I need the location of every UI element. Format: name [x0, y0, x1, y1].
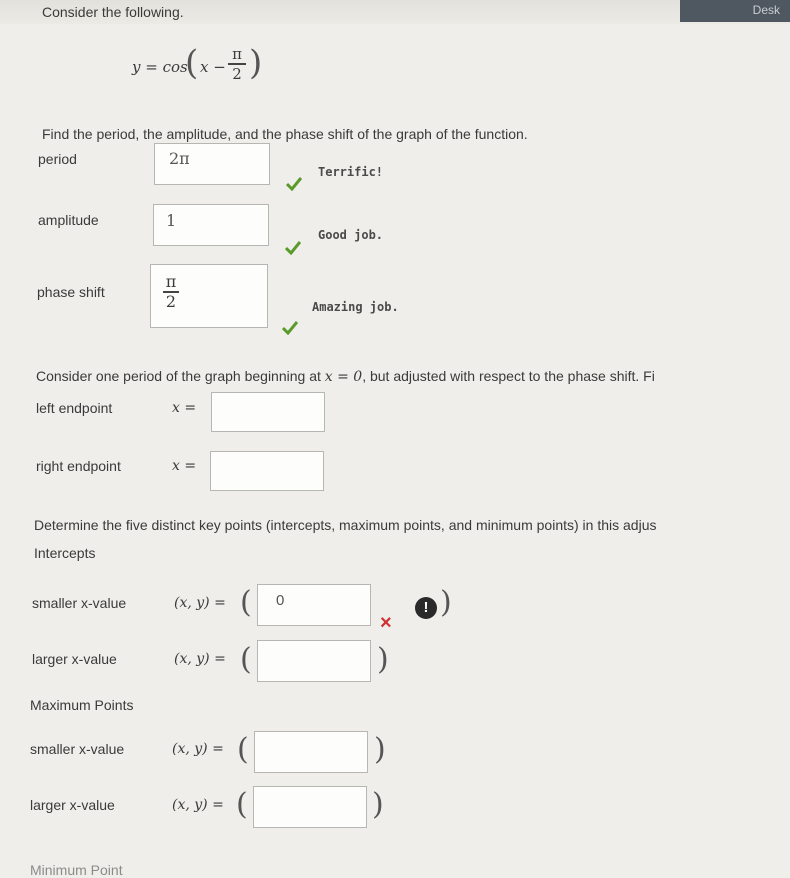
- max-smaller-label: smaller x-value: [30, 741, 125, 757]
- open-paren: (: [236, 787, 248, 822]
- amplitude-input[interactable]: 1: [153, 204, 269, 246]
- phase-shift-fraction: π 2: [163, 274, 179, 310]
- intercept-larger-label: larger x-value: [32, 651, 117, 667]
- maximum-heading: Maximum Points: [30, 697, 134, 713]
- equation-frac-den: 2: [232, 64, 242, 83]
- equation-fraction: π 2: [228, 46, 246, 82]
- key-points-instruction: Determine the five distinct key points (…: [34, 517, 657, 533]
- toolbar-corner[interactable]: Desk: [680, 0, 790, 22]
- period-input[interactable]: 2π: [154, 143, 270, 185]
- max-larger-label: larger x-value: [30, 797, 115, 813]
- equation-arg: x −: [200, 58, 226, 76]
- minimum-heading: Minimum Point: [30, 862, 123, 878]
- period-section-after: , but adjusted with respect to the phase…: [362, 368, 655, 384]
- period-label: period: [38, 151, 77, 167]
- open-paren: (: [240, 642, 252, 677]
- equation-close-paren: ): [249, 43, 263, 83]
- close-paren: ): [440, 585, 452, 620]
- intercept-smaller-xy: (x, y) =: [174, 595, 226, 611]
- right-endpoint-input[interactable]: [210, 451, 324, 491]
- left-endpoint-input[interactable]: [211, 392, 325, 432]
- intercept-smaller-input[interactable]: 0: [257, 584, 371, 626]
- phase-shift-num: π: [165, 272, 177, 291]
- left-endpoint-label: left endpoint: [36, 400, 113, 416]
- equation-lhs: y = cos: [132, 58, 188, 76]
- left-endpoint-eq: x =: [172, 400, 197, 416]
- intercept-larger-input[interactable]: [257, 640, 371, 682]
- phase-shift-check-icon: [282, 321, 298, 335]
- max-larger-input[interactable]: [253, 786, 367, 828]
- equation-open-paren: (: [185, 43, 199, 83]
- period-section-math: x = 0: [324, 369, 363, 385]
- right-endpoint-eq: x =: [172, 458, 197, 474]
- amplitude-check-icon: [285, 241, 301, 255]
- intercept-smaller-value: 0: [276, 592, 285, 609]
- phase-shift-input[interactable]: π 2: [150, 264, 268, 328]
- incorrect-icon: ×: [380, 612, 392, 634]
- open-paren: (: [237, 732, 249, 767]
- period-check-icon: [286, 177, 302, 191]
- open-paren: (: [240, 585, 252, 620]
- period-feedback: Terrific!: [318, 165, 384, 179]
- intercept-smaller-label: smaller x-value: [32, 595, 127, 611]
- phase-shift-feedback: Amazing job.: [312, 300, 399, 314]
- amplitude-feedback: Good job.: [318, 228, 384, 242]
- close-paren: ): [377, 642, 389, 677]
- phase-shift-label: phase shift: [37, 284, 105, 300]
- period-value: 2π: [169, 149, 190, 168]
- amplitude-label: amplitude: [38, 212, 99, 228]
- period-section-text: Consider one period of the graph beginni…: [36, 368, 655, 385]
- max-smaller-input[interactable]: [254, 731, 368, 773]
- period-section-before: Consider one period of the graph beginni…: [36, 368, 325, 384]
- corner-label: Desk: [752, 3, 780, 17]
- equation-frac-num: π: [232, 45, 242, 63]
- max-larger-xy: (x, y) =: [172, 797, 224, 813]
- instruction-text: Find the period, the amplitude, and the …: [42, 126, 528, 142]
- intercept-larger-xy: (x, y) =: [174, 651, 226, 667]
- close-paren: ): [374, 732, 386, 767]
- close-paren: ): [372, 787, 384, 822]
- intro-text: Consider the following.: [42, 4, 184, 20]
- alert-icon[interactable]: !: [415, 597, 437, 619]
- phase-shift-den: 2: [165, 291, 177, 311]
- right-endpoint-label: right endpoint: [36, 458, 121, 474]
- intercepts-heading: Intercepts: [34, 545, 96, 561]
- max-smaller-xy: (x, y) =: [172, 741, 224, 757]
- amplitude-value: 1: [166, 211, 177, 230]
